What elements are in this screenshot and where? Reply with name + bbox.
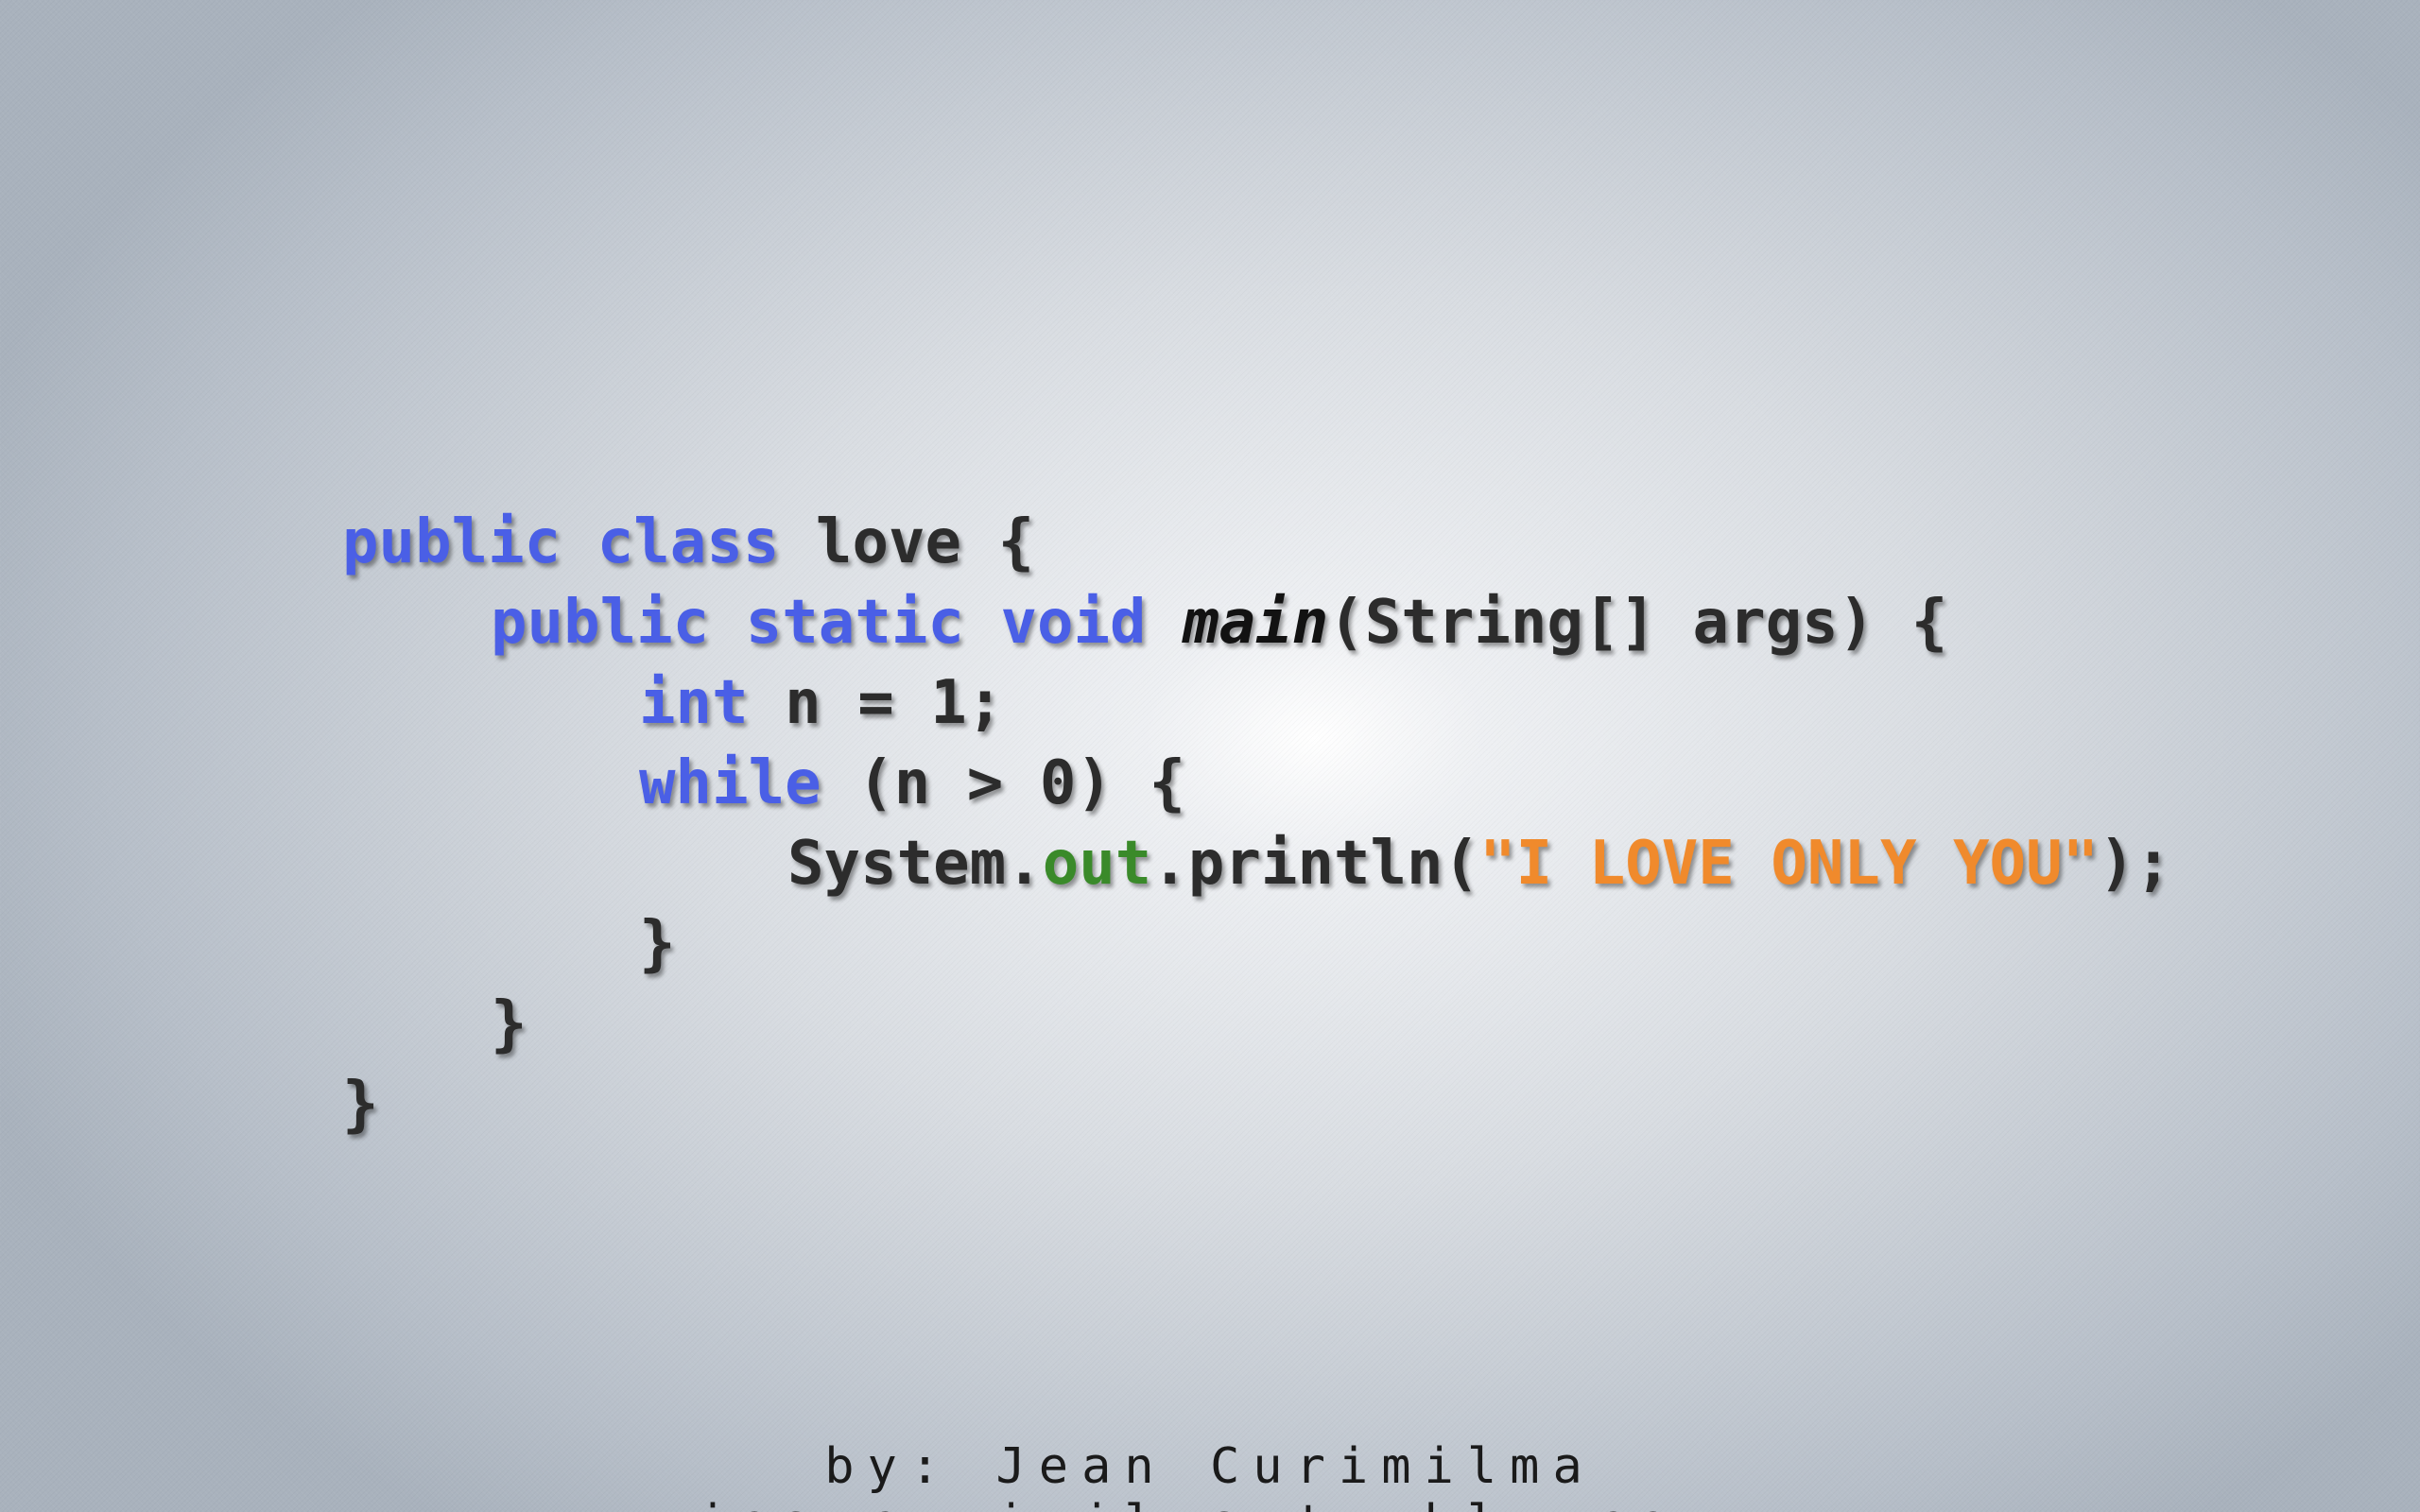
main-params-text: (String[] args) { xyxy=(1328,588,1948,658)
keyword-public: public xyxy=(342,507,562,577)
system-text: System. xyxy=(787,829,1043,899)
keyword-void: void xyxy=(1000,588,1147,658)
keyword-int: int xyxy=(639,668,749,738)
keyword-public: public xyxy=(491,588,710,658)
field-out: out xyxy=(1042,829,1152,899)
class-name-text: love { xyxy=(779,507,1035,577)
code-line-int-decl: int n = 1; xyxy=(342,663,2171,744)
method-name-main: main xyxy=(1183,588,1329,658)
statement-end-text: ); xyxy=(2099,829,2172,899)
code-line-close-class: } xyxy=(342,1065,2171,1145)
code-line-class-decl: public class love { xyxy=(342,503,2171,583)
code-line-main-decl: public static void main(String[] args) { xyxy=(342,583,2171,663)
keyword-static: static xyxy=(745,588,964,658)
code-line-while: while (n > 0) { xyxy=(342,744,2171,824)
code-block: public class love {public static void ma… xyxy=(342,503,2171,1145)
keyword-class: class xyxy=(596,507,780,577)
code-line-close-while: } xyxy=(342,904,2171,985)
closing-brace: } xyxy=(491,989,527,1059)
int-assign-text: n = 1; xyxy=(748,668,1004,738)
closing-brace: } xyxy=(342,1070,379,1140)
closing-brace: } xyxy=(639,909,676,979)
code-line-println: System.out.println("I LOVE ONLY YOU"); xyxy=(342,824,2171,904)
code-line-close-main: } xyxy=(342,985,2171,1065)
while-condition-text: (n > 0) { xyxy=(821,748,1185,818)
string-literal: "I LOVE ONLY YOU" xyxy=(1479,829,2100,899)
println-text: .println( xyxy=(1151,829,1480,899)
author-website: jeancurimilma.tumblr.com xyxy=(0,1495,2420,1512)
author-credit: by: Jean Curimilma xyxy=(824,1438,1596,1495)
keyword-while: while xyxy=(639,748,821,818)
